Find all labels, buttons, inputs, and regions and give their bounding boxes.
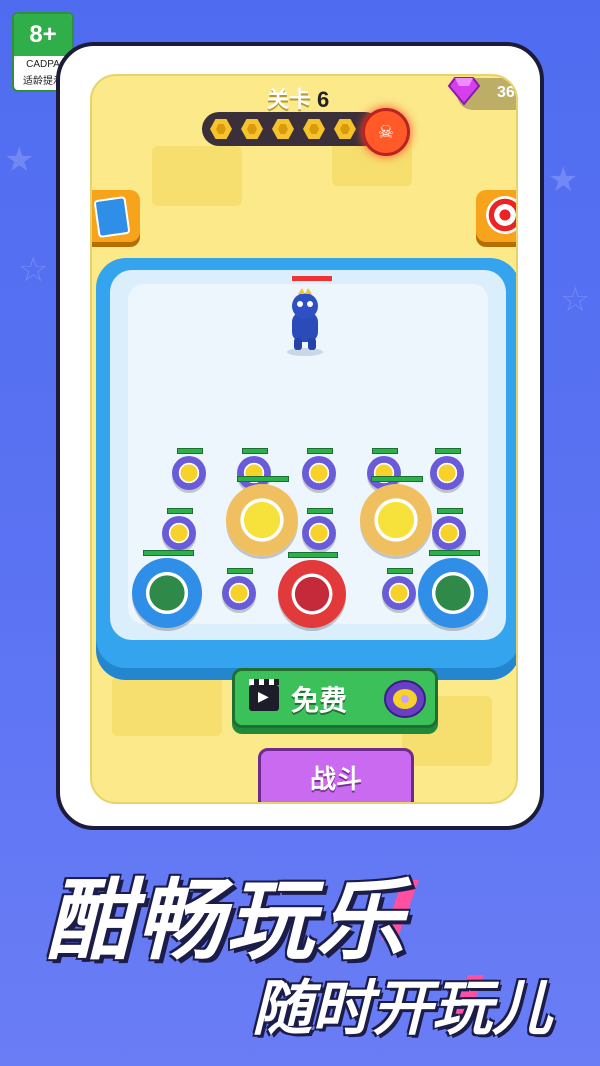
spinner-health-bar [370,476,424,482]
phone-frame: 关卡 6 36 ☠ ▶ 免费 战斗 [56,42,544,830]
spinner-health-bar [236,476,290,482]
progress-slot [210,119,232,139]
age-rating-org: CADPA [26,59,60,70]
age-rating-number: 8+ [14,14,72,56]
boss-badge-icon: ☠ [362,108,410,156]
battle-button[interactable]: 战斗 [258,748,414,802]
spinning-top [302,516,336,550]
spinning-top-icon [384,680,426,718]
boss-monster [287,288,323,356]
floor-tile [152,146,242,206]
spinning-top [302,456,336,490]
progress-slot [241,119,263,139]
spinning-top [162,516,196,550]
target-icon [486,196,516,234]
cards-icon [93,195,131,239]
progress-slot [272,119,294,139]
cards-button[interactable] [92,190,140,242]
spinning-top [360,484,432,556]
spinning-top [132,558,202,628]
level-indicator: 关卡 6 [267,82,329,114]
progress-slot [303,119,325,139]
decor-star-icon: ★ [4,140,35,180]
level-label: 关卡 [267,87,312,112]
free-button-label: 免费 [291,684,348,717]
spinner-health-bar [428,550,480,556]
spinning-top [432,516,466,550]
decor-star-icon: ☆ [560,280,591,320]
spinner-health-bar [387,568,413,574]
spinning-top [226,484,298,556]
level-number: 6 [317,87,330,112]
spinner-health-bar [142,550,194,556]
slogan-main: 酣畅玩乐 [46,869,407,972]
decor-star-icon: ☆ [18,250,49,290]
spinning-top [222,576,256,610]
spinner-health-bar [242,448,268,454]
free-reward-button[interactable]: 免费 [232,668,438,728]
level-progress-bar [202,112,382,146]
battle-button-label: 战斗 [309,765,362,795]
progress-slot [334,119,356,139]
spinning-top [430,456,464,490]
spinning-top [382,576,416,610]
gem-icon [447,77,481,106]
spinner-health-bar [307,448,333,454]
gem-counter: 36 [447,77,516,110]
spinner-health-bar [437,508,463,514]
clapperboard-icon [249,679,279,711]
spinning-top [418,558,488,628]
game-screen: 关卡 6 36 ☠ ▶ 免费 战斗 [90,74,518,804]
spinner-health-bar [227,568,253,574]
gem-count: 36 [497,84,515,101]
decor-star-icon: ★ [548,160,579,200]
spinner-health-bar [307,508,333,514]
spinner-health-bar [167,508,193,514]
spinner-health-bar [435,448,461,454]
spinning-top [172,456,206,490]
floor-tile [112,676,222,736]
spinner-health-bar [177,448,203,454]
spinner-health-bar [372,448,398,454]
spinner-health-bar [288,552,338,558]
spinning-top [278,560,346,628]
boss-health-bar [292,276,332,281]
target-button[interactable] [476,190,516,242]
slogan-sub: 随时开玩儿 [252,974,552,1044]
